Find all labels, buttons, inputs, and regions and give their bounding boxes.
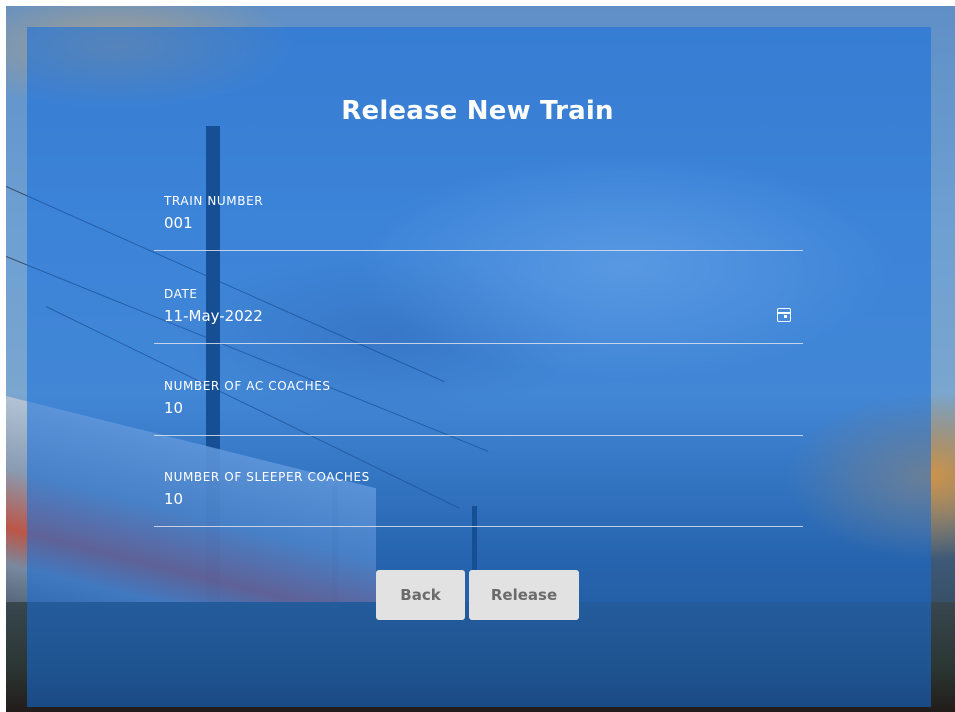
ac-coaches-label: NUMBER OF AC COACHES — [164, 379, 331, 393]
date-label: DATE — [164, 287, 198, 301]
train-number-label: TRAIN NUMBER — [164, 194, 264, 208]
sleeper-coaches-input[interactable] — [164, 490, 764, 508]
page-title: Release New Train — [341, 96, 614, 126]
ac-coaches-field[interactable]: NUMBER OF AC COACHES — [154, 379, 803, 436]
calendar-icon[interactable] — [777, 308, 791, 322]
ac-coaches-input[interactable] — [164, 399, 764, 417]
back-button[interactable]: Back — [376, 570, 465, 620]
date-field[interactable]: DATE — [154, 287, 803, 344]
date-input[interactable] — [164, 307, 764, 325]
train-number-field[interactable]: TRAIN NUMBER — [154, 194, 803, 251]
sleeper-coaches-field[interactable]: NUMBER OF SLEEPER COACHES — [154, 470, 803, 527]
train-number-input[interactable] — [164, 214, 764, 232]
sleeper-coaches-label: NUMBER OF SLEEPER COACHES — [164, 470, 370, 484]
release-button[interactable]: Release — [469, 570, 579, 620]
